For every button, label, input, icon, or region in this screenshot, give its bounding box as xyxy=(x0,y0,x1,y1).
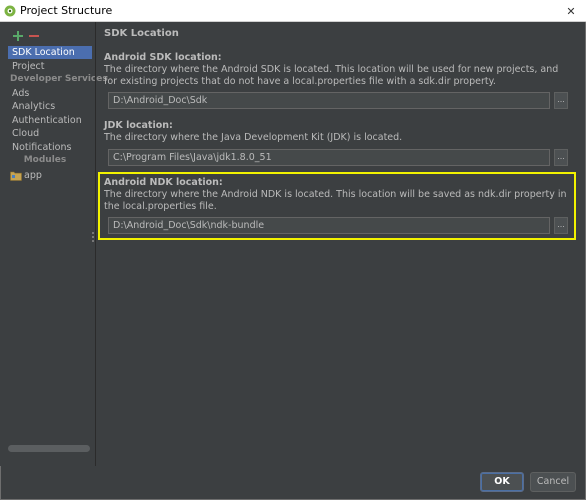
developer-services-header: Developer Services xyxy=(10,74,108,84)
close-button[interactable]: ✕ xyxy=(556,0,586,22)
ok-button[interactable]: OK xyxy=(480,472,524,492)
android-ndk-browse-button[interactable]: ... xyxy=(554,217,568,234)
sidebar-item-app[interactable]: app xyxy=(10,169,42,182)
main-panel: SDK Location Android SDK location: The d… xyxy=(96,22,584,466)
android-sdk-description: The directory where the Android SDK is l… xyxy=(104,64,559,87)
folder-icon xyxy=(10,171,22,181)
android-sdk-field-row: D:\Android_Doc\Sdk ... xyxy=(108,92,568,109)
android-ndk-path-input[interactable]: D:\Android_Doc\Sdk\ndk-bundle xyxy=(108,217,550,234)
jdk-path-input[interactable]: C:\Program Files\Java\jdk1.8.0_51 xyxy=(108,149,550,166)
minus-icon xyxy=(29,35,39,37)
android-ndk-group: Android NDK location: The directory wher… xyxy=(104,177,574,213)
splitter-grip[interactable] xyxy=(92,232,94,244)
jdk-group: JDK location: The directory where the Ja… xyxy=(104,120,574,144)
window-title: Project Structure xyxy=(20,4,113,17)
sidebar-item-project[interactable]: Project xyxy=(12,60,45,73)
title-bar: Project Structure ✕ xyxy=(0,0,586,22)
jdk-description: The directory where the Java Development… xyxy=(104,132,403,143)
jdk-field-row: C:\Program Files\Java\jdk1.8.0_51 ... xyxy=(108,149,568,166)
sidebar: SDK Location Project Developer Services … xyxy=(0,22,108,466)
jdk-browse-button[interactable]: ... xyxy=(554,149,568,166)
add-button[interactable] xyxy=(12,30,24,42)
page-title: SDK Location xyxy=(104,28,179,39)
sidebar-item-ads[interactable]: Ads xyxy=(12,87,29,100)
sidebar-item-analytics[interactable]: Analytics xyxy=(12,100,55,113)
sidebar-item-authentication[interactable]: Authentication xyxy=(12,114,82,127)
android-sdk-label: Android SDK location: xyxy=(104,52,222,63)
close-icon: ✕ xyxy=(566,4,576,18)
sidebar-item-cloud[interactable]: Cloud xyxy=(12,127,39,140)
sidebar-item-sdk-location[interactable]: SDK Location xyxy=(8,46,92,59)
android-ndk-field-row: D:\Android_Doc\Sdk\ndk-bundle ... xyxy=(108,217,568,234)
cancel-button[interactable]: Cancel xyxy=(530,472,576,492)
android-sdk-group: Android SDK location: The directory wher… xyxy=(104,52,574,88)
android-sdk-path-input[interactable]: D:\Android_Doc\Sdk xyxy=(108,92,550,109)
remove-button[interactable] xyxy=(28,30,40,42)
sidebar-scrollbar[interactable] xyxy=(8,445,90,452)
sidebar-item-notifications[interactable]: Notifications xyxy=(12,141,71,154)
sidebar-item-label: app xyxy=(24,170,42,181)
jdk-label: JDK location: xyxy=(104,120,173,131)
modules-header: Modules xyxy=(23,155,67,165)
plus-icon xyxy=(13,31,23,41)
android-ndk-description: The directory where the Android NDK is l… xyxy=(104,189,567,212)
android-studio-icon xyxy=(4,5,16,17)
android-ndk-label: Android NDK location: xyxy=(104,177,223,188)
android-sdk-browse-button[interactable]: ... xyxy=(554,92,568,109)
